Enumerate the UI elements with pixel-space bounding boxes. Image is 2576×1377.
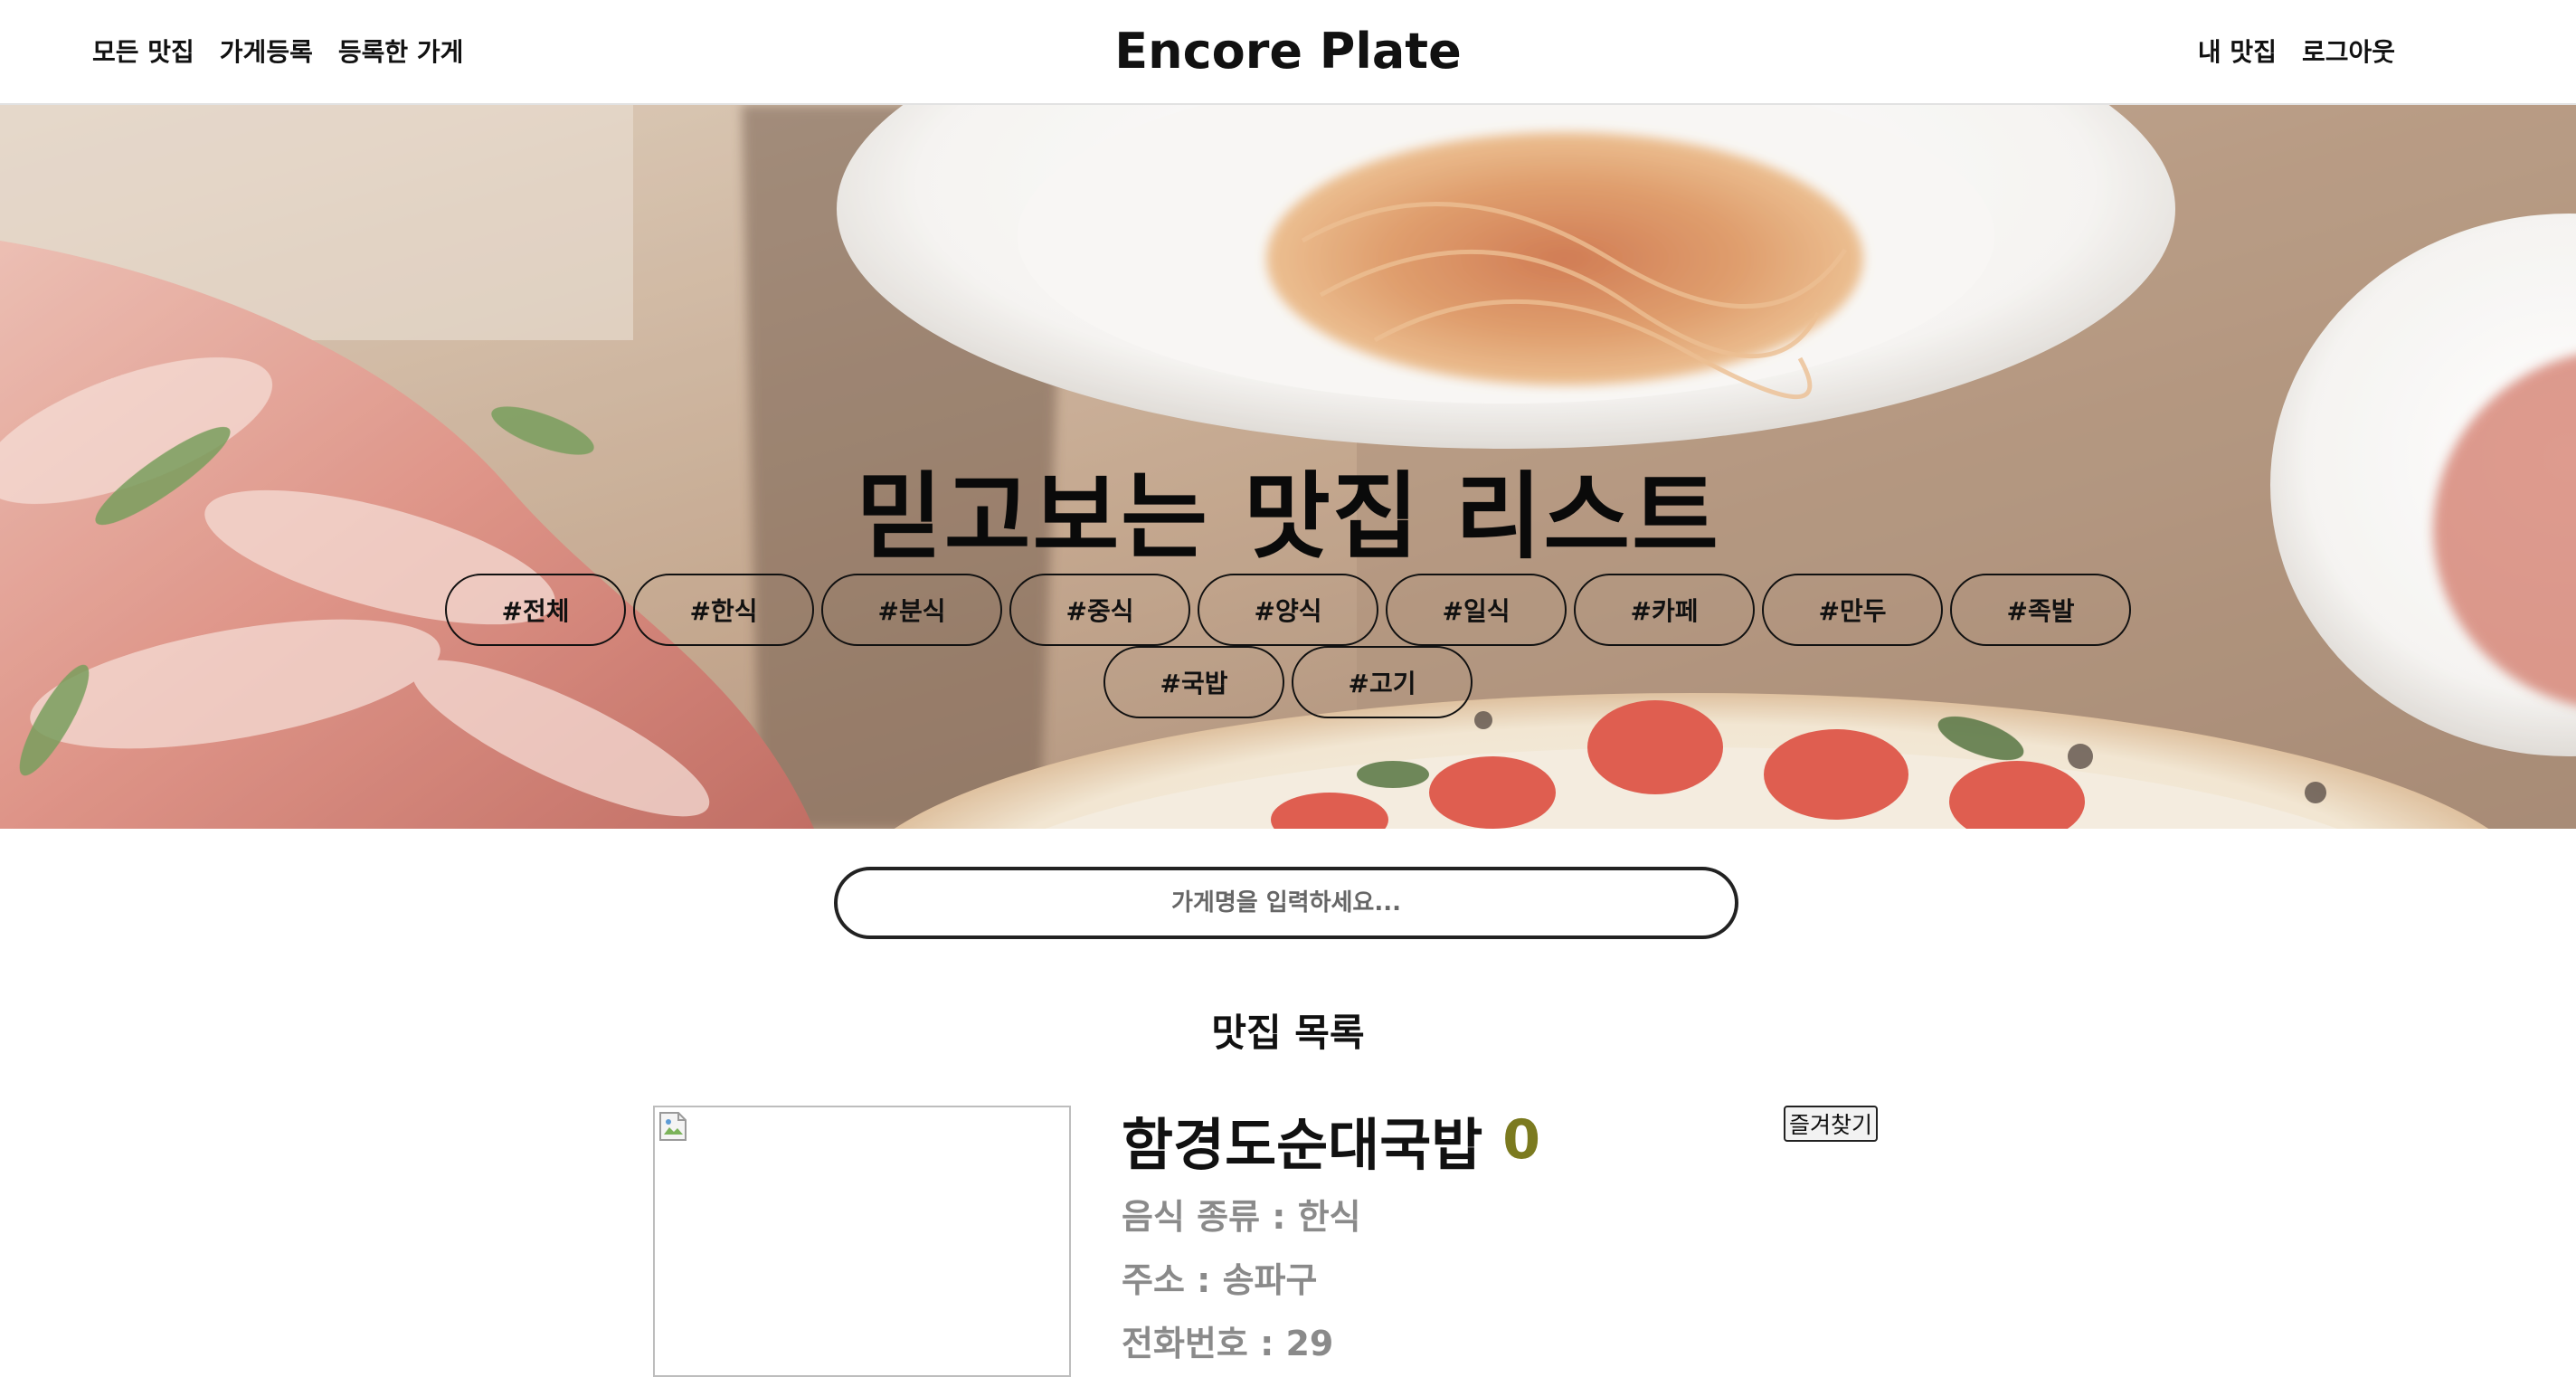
broken-image-icon xyxy=(659,1112,687,1141)
tag-meat[interactable]: #고기 xyxy=(1292,646,1473,718)
nav-link-my-registered-stores[interactable]: 등록한 가게 xyxy=(338,33,464,69)
nav-left-group: 모든 맛집 가게등록 등록한 가게 xyxy=(92,0,463,101)
brand-logo[interactable]: Encore Plate xyxy=(1114,23,1461,80)
restaurant-category: 음식 종류 : 한식 xyxy=(1122,1197,1361,1237)
restaurant-rating: 0 xyxy=(1502,1108,1541,1172)
nav-right-group: 내 맛집 로그아웃 xyxy=(2198,0,2395,101)
tag-all[interactable]: #전체 xyxy=(445,574,626,646)
restaurant-image xyxy=(653,1106,1071,1377)
restaurant-name-row: 함경도순대국밥 0 xyxy=(1122,1106,1541,1178)
restaurant-address: 주소 : 송파구 xyxy=(1122,1260,1318,1300)
nav-link-my-restaurants[interactable]: 내 맛집 xyxy=(2198,33,2277,69)
restaurant-name[interactable]: 함경도순대국밥 xyxy=(1122,1099,1482,1181)
tag-dumpling[interactable]: #만두 xyxy=(1762,574,1943,646)
category-tag-list: #전체 #한식 #분식 #중식 #양식 #일식 #카페 #만두 #족발 #국밥 … xyxy=(351,574,2225,718)
tag-chinese[interactable]: #중식 xyxy=(1009,574,1190,646)
store-search-input[interactable] xyxy=(834,867,1738,939)
restaurant-list-title: 맛집 목록 xyxy=(1211,1011,1365,1055)
favorite-button[interactable]: 즐겨찾기 xyxy=(1784,1106,1879,1142)
search-container xyxy=(834,867,1738,939)
nav-link-register-store[interactable]: 가게등록 xyxy=(220,33,313,69)
hero-title: 믿고보는 맛집 리스트 xyxy=(856,461,1720,572)
restaurant-phone: 전화번호 : 29 xyxy=(1122,1324,1334,1363)
tag-korean[interactable]: #한식 xyxy=(633,574,814,646)
hero-banner: 믿고보는 맛집 리스트 #전체 #한식 #분식 #중식 #양식 #일식 #카페 … xyxy=(0,105,2576,829)
top-navigation-bar: 모든 맛집 가게등록 등록한 가게 Encore Plate 내 맛집 로그아웃 xyxy=(0,0,2576,105)
tag-pigs-feet[interactable]: #족발 xyxy=(1950,574,2131,646)
nav-link-logout[interactable]: 로그아웃 xyxy=(2302,33,2395,69)
tag-snack[interactable]: #분식 xyxy=(821,574,1002,646)
nav-link-all-restaurants[interactable]: 모든 맛집 xyxy=(92,33,194,69)
tag-gukbap[interactable]: #국밥 xyxy=(1103,646,1284,718)
tag-japanese[interactable]: #일식 xyxy=(1386,574,1567,646)
tag-cafe[interactable]: #카페 xyxy=(1574,574,1755,646)
restaurant-card[interactable]: 함경도순대국밥 0 음식 종류 : 한식 주소 : 송파구 전화번호 : 29 … xyxy=(653,1106,1880,1377)
tag-western[interactable]: #양식 xyxy=(1198,574,1378,646)
